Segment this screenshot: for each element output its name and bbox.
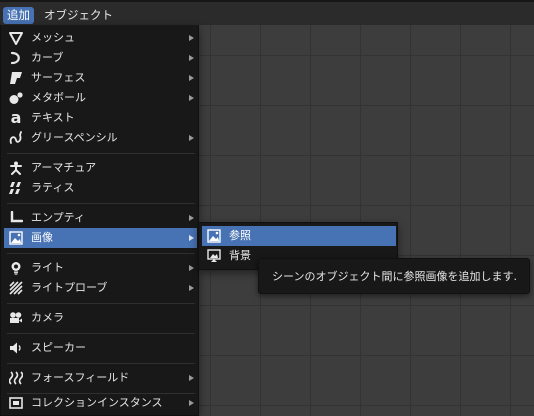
submenu-arrow-icon [189,95,194,101]
image-reference-icon [206,228,222,244]
menu-divider [7,203,195,204]
menu-item-label: テキスト [31,111,75,124]
menu-item-label: ライト [31,261,64,274]
submenu-arrow-icon [189,400,194,406]
add-menu: メッシュ カーブ サーフェス メタボール a テキスト グリースペンシル アーマ… [0,25,199,416]
menu-item-lattice[interactable]: ラティス [4,178,197,198]
menu-divider [7,253,195,254]
menu-item-image[interactable]: 画像 [4,228,197,248]
menu-item-label: 背景 [229,249,251,262]
menu-item-armature[interactable]: アーマチュア [4,158,197,178]
menu-item-label: カーブ [31,51,64,64]
light-probe-icon [8,280,24,296]
menu-item-label: コレクションインスタンス [31,396,163,409]
menu-item-label: スピーカー [31,341,86,354]
menu-item-label: グリースペンシル [31,131,118,144]
armature-icon [8,160,24,176]
menu-item-camera[interactable]: カメラ [4,308,197,328]
menu-item-label: カメラ [31,311,64,324]
submenu-arrow-icon [189,55,194,61]
menu-item-image-reference[interactable]: 参照 [202,226,396,246]
menu-item-speaker[interactable]: スピーカー [4,338,197,358]
menu-item-label: メッシュ [31,31,75,44]
submenu-arrow-icon [189,75,194,81]
menu-item-metaball[interactable]: メタボール [4,88,197,108]
image-icon [8,230,24,246]
collection-instance-icon [8,395,24,411]
submenu-arrow-icon [189,285,194,291]
tooltip-text: シーンのオブジェクト間に参照画像を追加します. [272,270,517,283]
menu-item-light[interactable]: ライト [4,258,197,278]
tooltip: シーンのオブジェクト間に参照画像を追加します. [258,258,530,294]
menu-item-label: アーマチュア [31,161,97,174]
menu-divider [7,363,195,364]
menu-divider [7,333,195,334]
lattice-icon [8,180,24,196]
add-menu-tab[interactable]: 追加 [3,7,34,24]
menu-item-label: エンプティ [31,211,86,224]
mesh-icon [8,30,24,46]
speaker-icon [8,340,24,356]
header-bar: 追加 オブジェクト [0,0,534,25]
menu-item-light-probe[interactable]: ライトプローブ [4,278,197,298]
menu-item-label: 参照 [229,229,251,242]
empty-icon [8,210,24,226]
menu-item-label: 画像 [31,231,53,244]
image-background-icon [206,248,222,264]
menu-divider [7,153,195,154]
menu-item-label: メタボール [31,91,86,104]
grease-pencil-icon [8,130,24,146]
surface-icon [8,70,24,86]
menu-item-label: ラティス [31,181,75,194]
submenu-arrow-icon [189,35,194,41]
camera-icon [8,310,24,326]
menu-item-grease-pencil[interactable]: グリースペンシル [4,128,197,148]
menu-item-empty[interactable]: エンプティ [4,208,197,228]
force-field-icon [8,370,24,386]
submenu-arrow-icon [189,235,194,241]
menu-item-text[interactable]: a テキスト [4,108,197,128]
menu-divider [7,303,195,304]
submenu-arrow-icon [189,375,194,381]
menu-item-label: サーフェス [31,71,86,84]
submenu-arrow-icon [189,265,194,271]
light-icon [8,260,24,276]
menu-item-mesh[interactable]: メッシュ [4,28,197,48]
object-menu-tab[interactable]: オブジェクト [40,7,117,24]
curve-icon [8,50,24,66]
menu-item-force-field[interactable]: フォースフィールド [4,368,197,388]
metaball-icon [8,90,24,106]
menu-item-curve[interactable]: カーブ [4,48,197,68]
submenu-arrow-icon [189,215,194,221]
menu-item-label: ライトプローブ [31,281,108,294]
text-icon: a [10,108,22,127]
menu-item-surface[interactable]: サーフェス [4,68,197,88]
menu-item-collection-instance[interactable]: コレクションインスタンス [4,393,197,413]
menu-item-label: フォースフィールド [31,371,130,384]
submenu-arrow-icon [189,135,194,141]
